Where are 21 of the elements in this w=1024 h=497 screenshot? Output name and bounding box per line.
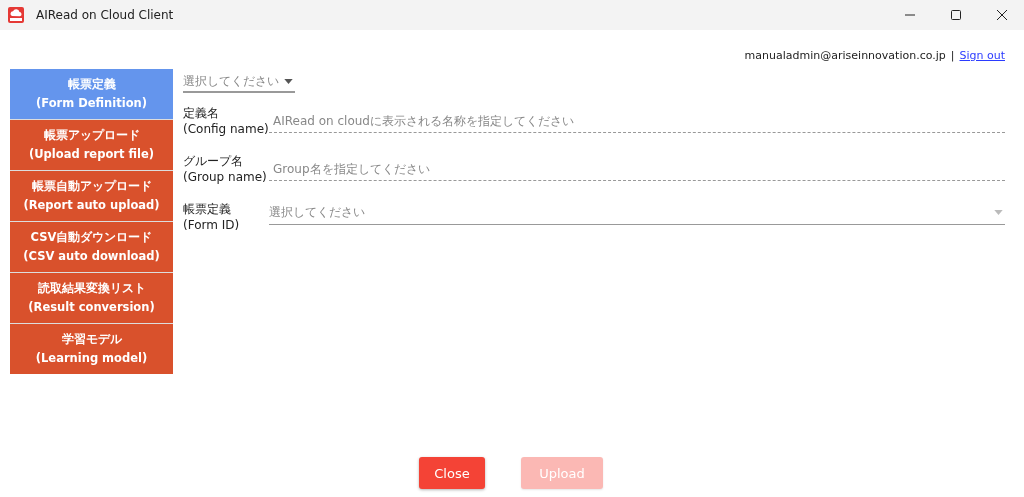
window-title: AIRead on Cloud Client [36, 8, 174, 22]
field-label: 定義名 (Config name) [183, 105, 269, 137]
nav-item[interactable]: 読取結果変換リスト (Result conversion) [10, 273, 173, 323]
close-icon[interactable] [996, 9, 1008, 21]
select-field[interactable]: 選択してください [269, 201, 1005, 225]
field-label: 帳票定義 (Form ID) [183, 201, 241, 233]
dropdown-caret-icon [994, 210, 1003, 215]
maximize-icon[interactable] [950, 9, 962, 21]
nav-item[interactable]: 学習モデル (Learning model) [10, 324, 173, 374]
dropdown-caret-icon [284, 78, 293, 84]
action-button[interactable]: Close [419, 457, 485, 489]
template-select[interactable]: 選択してください [183, 71, 295, 93]
app-logo-icon [8, 7, 24, 23]
account-email: manualadmin@ariseinnovation.co.jp [744, 48, 946, 62]
nav-item[interactable]: 帳票アップロード (Upload report file) [10, 120, 173, 170]
nav-item[interactable]: CSV自動ダウンロード (CSV auto download) [10, 222, 173, 272]
nav-item[interactable]: 帳票定義 (Form Definition) [10, 69, 173, 119]
nav-item[interactable]: 帳票自動アップロード (Report auto upload) [10, 171, 173, 221]
sign-out-link[interactable]: Sign out [959, 48, 1005, 62]
separator: | [950, 48, 955, 62]
field-label: グループ名 (Group name) [183, 153, 268, 185]
